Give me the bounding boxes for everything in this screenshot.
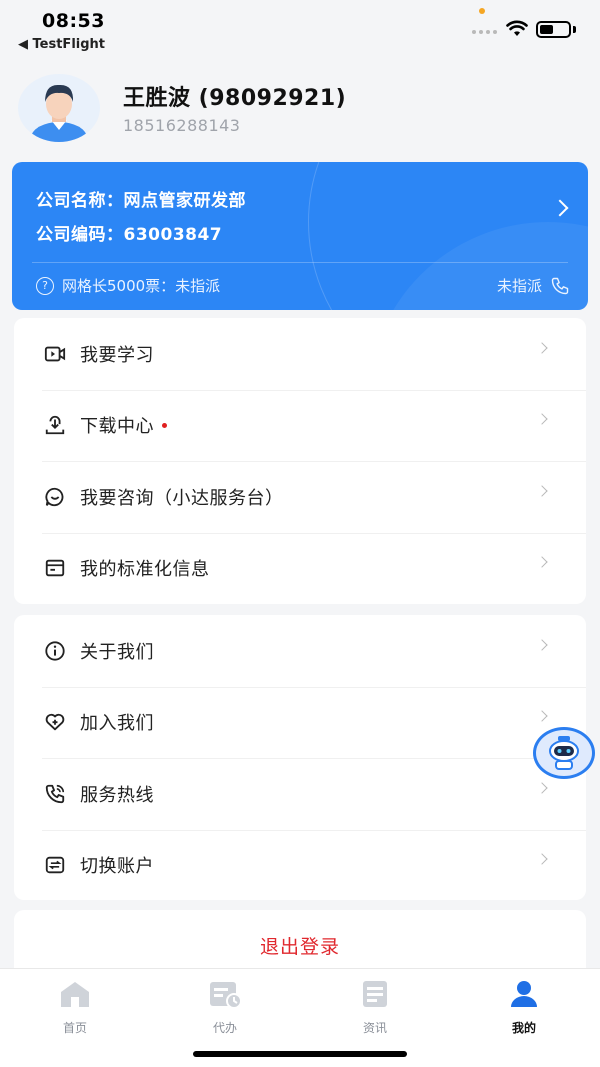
menu-item-download[interactable]: 下载中心	[14, 389, 586, 462]
tab-label: 首页	[62, 1021, 87, 1035]
question-icon[interactable]: ?	[36, 276, 54, 295]
phone-icon	[44, 783, 66, 805]
tab-news[interactable]: 资讯	[335, 979, 415, 1036]
back-to-testflight[interactable]: ◀ TestFlight	[18, 37, 105, 52]
menu-item-hotline[interactable]: 服务热线	[14, 758, 586, 830]
chevron-right-icon	[536, 485, 548, 497]
menu-group-about: 关于我们 加入我们 服务热线 切换账户	[14, 615, 586, 900]
chat-icon	[44, 486, 66, 508]
user-icon	[511, 981, 537, 1007]
chevron-right-icon	[536, 853, 548, 865]
menu-group-learning: 我要学习 下载中心 我要咨询（小达服务台） 我的标准化信息	[14, 318, 586, 604]
chevron-right-icon	[536, 556, 548, 568]
battery-icon	[536, 21, 571, 38]
menu-label: 我要咨询（小达服务台）	[80, 487, 284, 509]
news-icon	[363, 981, 387, 1007]
download-icon	[44, 414, 66, 436]
menu-label: 服务热线	[80, 784, 154, 806]
menu-label: 加入我们	[80, 713, 154, 735]
robot-assistant-icon[interactable]	[533, 727, 595, 779]
user-phone: 18516288143	[123, 116, 241, 135]
company-name: 公司名称：网点管家研发部	[36, 191, 246, 211]
tab-label: 我的	[511, 1021, 536, 1035]
company-code: 公司编码：63003847	[36, 225, 223, 245]
menu-item-join-us[interactable]: 加入我们	[14, 686, 586, 759]
logout-label: 退出登录	[259, 936, 340, 958]
video-icon	[44, 343, 66, 365]
grid-leader-contact[interactable]: 未指派	[497, 275, 570, 296]
grid-leader-text: 网格长5000票：未指派	[62, 277, 221, 295]
avatar[interactable]	[18, 74, 100, 142]
info-icon	[44, 640, 66, 662]
status-time: 08:53	[42, 10, 105, 32]
status-bar: 08:53 ◀ TestFlight	[0, 0, 600, 62]
switch-icon	[44, 854, 66, 876]
chevron-right-icon	[536, 413, 548, 425]
grid-leader-info[interactable]: ? 网格长5000票：未指派	[36, 275, 220, 296]
tab-todo[interactable]: 代办	[185, 979, 265, 1036]
tab-mine[interactable]: 我的	[484, 979, 564, 1036]
grid-leader-status: 未指派	[496, 277, 542, 295]
notification-badge	[162, 422, 167, 428]
heart-plus-icon	[44, 711, 66, 733]
tab-label: 资讯	[362, 1021, 387, 1035]
tab-home[interactable]: 首页	[35, 979, 115, 1036]
home-icon	[61, 982, 89, 1007]
todo-icon	[210, 982, 242, 1009]
avatar-illustration	[31, 84, 87, 142]
menu-label: 下载中心	[80, 416, 154, 438]
menu-item-consult[interactable]: 我要咨询（小达服务台）	[14, 461, 586, 533]
menu-item-learn[interactable]: 我要学习	[14, 318, 586, 390]
robot-icon	[549, 736, 579, 770]
menu-item-standard-info[interactable]: 我的标准化信息	[14, 532, 586, 605]
menu-label: 关于我们	[80, 641, 154, 663]
cellular-signal-icon	[472, 30, 497, 34]
chevron-right-icon	[536, 782, 548, 794]
menu-item-switch-account[interactable]: 切换账户	[14, 829, 586, 902]
company-card[interactable]: 公司名称：网点管家研发部 公司编码：63003847 ? 网格长5000票：未指…	[12, 162, 588, 310]
chevron-right-icon	[536, 639, 548, 651]
card-icon	[44, 557, 66, 579]
divider	[32, 262, 568, 263]
wifi-icon	[506, 20, 528, 36]
tab-label: 代办	[212, 1021, 237, 1035]
user-name: 王胜波 (98092921)	[123, 86, 347, 111]
menu-label: 切换账户	[80, 856, 154, 878]
chevron-right-icon	[536, 342, 548, 354]
home-indicator[interactable]	[193, 1051, 407, 1057]
menu-label: 我要学习	[80, 344, 154, 366]
chevron-right-icon	[536, 710, 548, 722]
menu-label: 我的标准化信息	[80, 559, 210, 581]
menu-item-about-us[interactable]: 关于我们	[14, 615, 586, 687]
privacy-indicator	[479, 8, 485, 14]
phone-icon[interactable]	[550, 276, 570, 296]
